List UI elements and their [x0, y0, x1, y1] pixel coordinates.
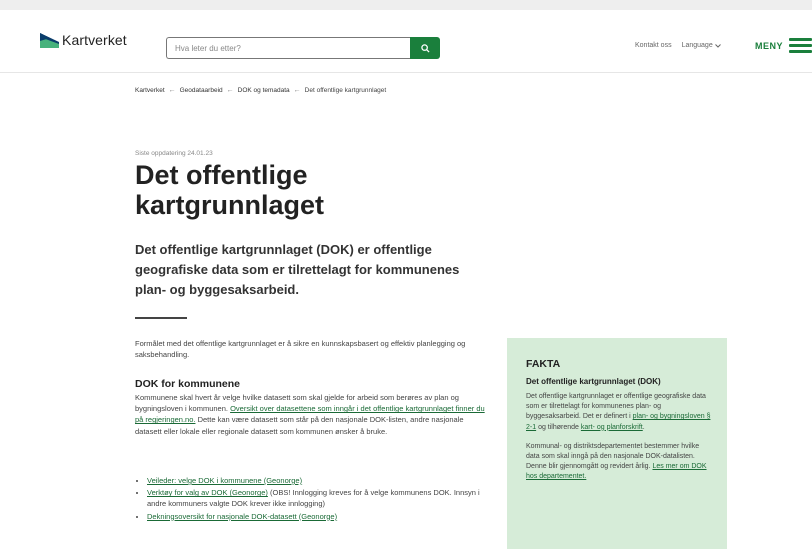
- breadcrumb-item-current: Det offentlige kartgrunnlaget: [304, 87, 387, 94]
- breadcrumb-item-kartverket[interactable]: Kartverket: [135, 87, 165, 94]
- kartverket-logo-icon: [40, 33, 59, 48]
- divider: [135, 317, 187, 319]
- list-item: Veileder: velge DOK i kommunene (Geonorg…: [147, 475, 497, 486]
- list-item: Verktøy for valg av DOK (Geonorge) (OBS!…: [147, 487, 497, 509]
- search-icon: [420, 43, 430, 53]
- breadcrumb-separator: ←: [226, 87, 234, 94]
- list-item: Dekningsoversikt for nasjonale DOK-datas…: [147, 511, 497, 522]
- fact-text: .: [642, 423, 645, 431]
- resource-list: Veileder: velge DOK i kommunene (Geonorg…: [135, 475, 497, 523]
- intro-paragraph: Formålet med det offentlige kartgrunnlag…: [135, 339, 466, 359]
- section-heading: DOK for kommunene: [135, 378, 241, 390]
- verktoy-link[interactable]: Verktøy for valg av DOK (Geonorge): [147, 488, 268, 497]
- last-updated: Siste oppdatering 24.01.23: [135, 150, 213, 157]
- fact-box-paragraph-2: Kommunal- og distriktsdepartementet best…: [526, 442, 711, 483]
- breadcrumb-separator: ←: [293, 87, 301, 94]
- page-title-line-2: kartgrunnlaget: [135, 190, 325, 220]
- page-title-line-1: Det offentlige: [135, 160, 308, 190]
- fact-box: FAKTA Det offentlige kartgrunnlaget (DOK…: [507, 338, 727, 549]
- chevron-down-icon: [714, 43, 721, 48]
- fact-box-paragraph-1: Det offentlige kartgrunnlaget er offentl…: [526, 392, 711, 433]
- language-selector[interactable]: Language: [682, 42, 721, 49]
- search-button[interactable]: [410, 37, 440, 59]
- contact-link[interactable]: Kontakt oss: [635, 42, 672, 49]
- logo-text: Kartverket: [62, 32, 127, 48]
- browser-top-strip: [0, 0, 812, 10]
- fact-box-subheading: Det offentlige kartgrunnlaget (DOK): [526, 377, 661, 386]
- language-label: Language: [681, 42, 713, 49]
- section-paragraph: Kommunene skal hvert år velge hvilke dat…: [135, 392, 485, 437]
- breadcrumb: Kartverket ← Geodataarbeid ← DOK og tema…: [135, 87, 386, 94]
- kart-planforskrift-link[interactable]: kart- og planforskrift: [581, 424, 643, 431]
- utility-links: Kontakt oss Language: [635, 42, 721, 49]
- menu-label[interactable]: MENY: [755, 41, 783, 51]
- dekningsoversikt-link[interactable]: Dekningsoversikt for nasjonale DOK-datas…: [147, 512, 337, 521]
- lead-paragraph: Det offentlige kartgrunnlaget (DOK) er o…: [135, 242, 460, 297]
- hamburger-menu-icon[interactable]: [789, 38, 812, 54]
- search-bar: [166, 37, 440, 59]
- fact-box-heading: FAKTA: [526, 358, 561, 370]
- site-header: Kartverket Kontakt oss Language MENY: [0, 10, 812, 73]
- search-input[interactable]: [166, 37, 410, 59]
- breadcrumb-item-dok-temadata[interactable]: DOK og temadata: [238, 87, 290, 94]
- breadcrumb-separator: ←: [168, 87, 176, 94]
- breadcrumb-item-geodataarbeid[interactable]: Geodataarbeid: [180, 87, 223, 94]
- page-title: Det offentlige kartgrunnlaget: [135, 160, 475, 220]
- site-logo[interactable]: Kartverket: [40, 32, 127, 48]
- fact-text: og tilhørende: [538, 423, 579, 431]
- veileder-link[interactable]: Veileder: velge DOK i kommunene (Geonorg…: [147, 476, 302, 485]
